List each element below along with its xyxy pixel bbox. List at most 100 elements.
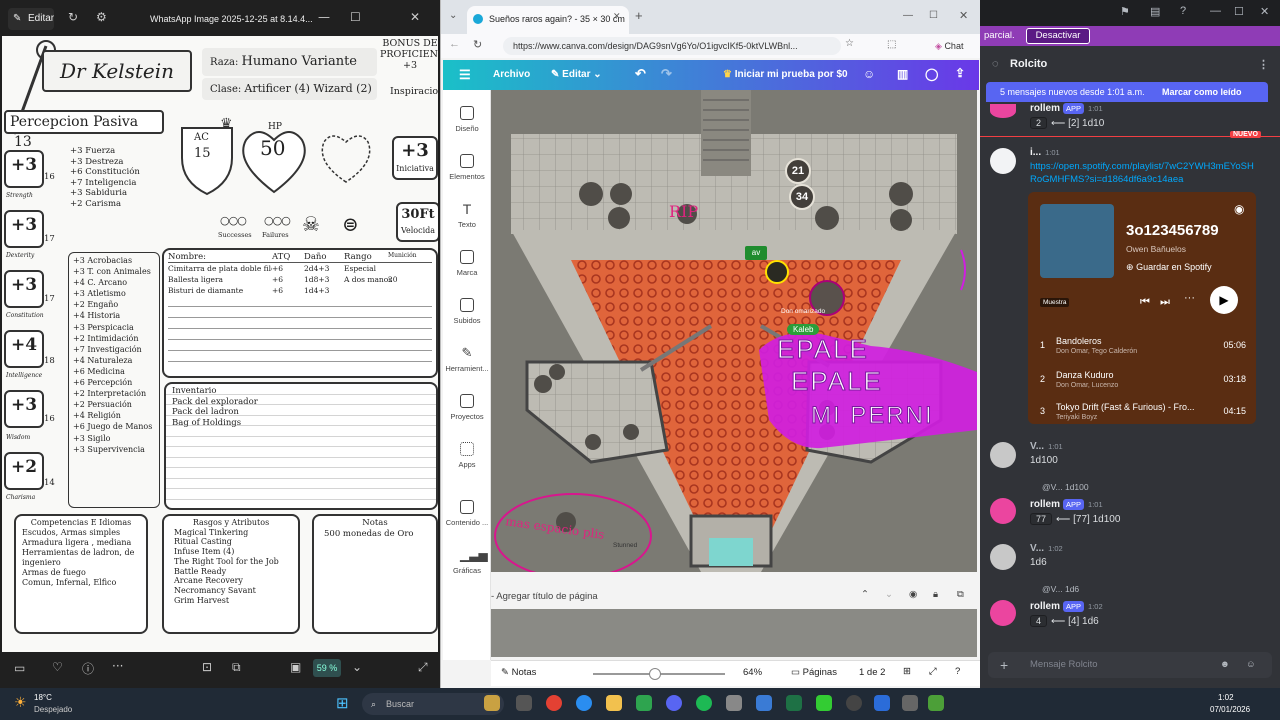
author-name[interactable]: V... [1030, 441, 1044, 452]
menu-icon[interactable]: ☰ [459, 67, 471, 83]
token-player[interactable] [765, 260, 789, 284]
reply-preview[interactable]: @V... 1d100 [1042, 482, 1089, 492]
discord-icon[interactable] [666, 695, 682, 711]
battle-map-canvas[interactable]: 21 34 av Don omarizado Kaleb RIP EPALE E… [491, 90, 977, 572]
app2-icon[interactable] [756, 695, 772, 711]
fullscreen-map-icon[interactable]: ⤢ [929, 666, 937, 677]
new-tab-icon[interactable]: + [635, 8, 643, 23]
undo-icon[interactable]: ↶ [635, 66, 646, 82]
app6-icon[interactable] [902, 695, 918, 711]
sidebar-item-subidos[interactable]: Subidos [443, 298, 491, 325]
info-icon[interactable]: ⓘ [82, 660, 94, 677]
previous-icon[interactable]: ⏮ [1140, 296, 1150, 309]
zoom-level[interactable]: 59 % [313, 659, 341, 677]
chat-button[interactable]: ◈ Chat [935, 37, 979, 55]
comment-icon[interactable]: ◯ [925, 67, 938, 81]
redo-icon[interactable]: ↷ [661, 66, 672, 82]
sidebar-item-contenido[interactable]: Contenido ... [443, 500, 491, 527]
minimize-icon[interactable]: — [1210, 5, 1221, 17]
minimize-icon[interactable]: — [318, 10, 330, 24]
hide-page-icon[interactable]: ◉ [909, 589, 917, 600]
token-av-label[interactable]: av [745, 246, 767, 260]
temperature[interactable]: 18°C [34, 693, 52, 702]
slideshow-icon[interactable]: ⧉ [232, 660, 241, 675]
message-input[interactable]: + Mensaje Rolcito ☻ ☺ [988, 652, 1272, 678]
editar-menu[interactable]: ✎ Editar ⌄ [551, 69, 602, 80]
reload-icon[interactable]: ↻ [473, 38, 482, 51]
crown-app-icon[interactable] [484, 695, 500, 711]
spotify-link[interactable]: https://open.spotify.com/playlist/7wC2YW… [1030, 160, 1260, 186]
help-icon[interactable]: ? [955, 666, 960, 677]
close-icon[interactable]: ✕ [1260, 5, 1269, 18]
maximize-icon[interactable]: ☐ [1234, 5, 1244, 18]
window-close-icon[interactable]: ✕ [959, 9, 968, 22]
taskbar-search[interactable]: ⌕ Buscar [362, 693, 504, 715]
insights-icon[interactable]: ▥ [897, 67, 908, 81]
task-view-icon[interactable] [516, 695, 532, 711]
clock-date[interactable]: 07/01/2026 [1210, 705, 1250, 714]
author-name[interactable]: rollem [1030, 103, 1060, 114]
url-input[interactable]: https://www.canva.com/design/DAG9snVg6Yo… [503, 37, 841, 55]
filmstrip-icon[interactable]: ▭ [14, 661, 25, 675]
sidebar-item-diseno[interactable]: Diseño [443, 106, 491, 133]
token-21[interactable]: 21 [785, 158, 811, 184]
tab-list-icon[interactable]: ⌄ [449, 10, 457, 21]
share-icon[interactable]: ⇪ [955, 66, 965, 80]
spotify-icon[interactable] [696, 695, 712, 711]
collapse-up-icon[interactable]: ⌃ [861, 589, 869, 600]
extensions-icon[interactable]: ⬚ [887, 39, 896, 50]
channel-more-icon[interactable]: ⋮ [1258, 58, 1269, 71]
trial-button[interactable]: ♛ Iniciar mi prueba por $0 [723, 69, 848, 80]
token-34[interactable]: 34 [789, 184, 815, 210]
lock-page-icon[interactable]: 🔒︎ [933, 589, 938, 600]
next-icon[interactable]: ⏭ [1160, 296, 1170, 309]
tab-close-icon[interactable]: ✕ [613, 11, 621, 22]
playlist-owner[interactable]: Owen Bañuelos [1126, 244, 1186, 254]
people-icon[interactable]: ☺ [863, 67, 875, 81]
close-icon[interactable]: ✕ [410, 10, 420, 24]
store-icon[interactable] [636, 695, 652, 711]
more-icon[interactable]: ··· [112, 659, 123, 673]
zoom-percent[interactable]: 64% [743, 667, 762, 678]
page-title-input[interactable]: - Agregar título de página [491, 591, 598, 602]
emoji-icon[interactable]: ☺ [1246, 652, 1256, 678]
favorite-star-icon[interactable]: ☆ [845, 38, 854, 49]
zoom-dropdown-icon[interactable]: ⌄ [352, 660, 362, 674]
notes-button[interactable]: ✎ Notas [501, 667, 536, 678]
app-icon[interactable] [726, 695, 742, 711]
author-name[interactable]: i... [1030, 147, 1041, 158]
tab-canva[interactable]: Sueños raros again? - 35 × 30 cm [467, 6, 629, 34]
app4-icon[interactable] [846, 695, 862, 711]
author-name[interactable]: V... [1030, 543, 1044, 554]
add-attachment-icon[interactable]: + [1000, 652, 1008, 678]
playlist-title[interactable]: 3o123456789 [1126, 222, 1252, 239]
app3-icon[interactable] [816, 695, 832, 711]
maximize-icon[interactable]: ☐ [350, 10, 361, 24]
file-explorer-icon[interactable] [606, 695, 622, 711]
zoom-slider-handle[interactable] [649, 668, 661, 680]
app7-icon[interactable] [928, 695, 944, 711]
pages-button[interactable]: ▭ Páginas [791, 667, 837, 678]
fullscreen-icon[interactable]: ⤢ [418, 660, 428, 675]
sidebar-item-marca[interactable]: Marca [443, 250, 491, 277]
sidebar-item-elementos[interactable]: Elementos [443, 154, 491, 181]
sidebar-item-proyectos[interactable]: Proyectos [443, 394, 491, 421]
play-button[interactable]: ▶ [1210, 286, 1238, 314]
author-name[interactable]: rollem [1030, 601, 1060, 612]
sidebar-item-texto[interactable]: T Texto [443, 202, 491, 229]
sidebar-item-graficas[interactable]: ▁▃▅ Gráficas [443, 548, 491, 575]
sticker-icon[interactable]: ☻ [1220, 652, 1230, 678]
favorite-icon[interactable]: ♡ [52, 660, 63, 674]
chrome-icon[interactable] [546, 695, 562, 711]
window-minimize-icon[interactable]: — [903, 10, 913, 21]
save-spotify-button[interactable]: ⊕ Guardar en Spotify [1126, 262, 1212, 273]
window-maximize-icon[interactable]: ☐ [929, 10, 938, 21]
more-options-icon[interactable]: ··· [1184, 292, 1195, 304]
deactivate-button[interactable]: Desactivar [1026, 28, 1090, 44]
next-page-preview[interactable] [491, 609, 977, 657]
archivo-menu[interactable]: Archivo [493, 69, 530, 80]
edit-button[interactable]: ✎ Editar [8, 8, 54, 30]
collapse-down-icon[interactable]: ⌄ [885, 589, 893, 600]
back-icon[interactable]: ← [449, 38, 460, 50]
reply-preview[interactable]: @V... 1d6 [1042, 584, 1079, 594]
